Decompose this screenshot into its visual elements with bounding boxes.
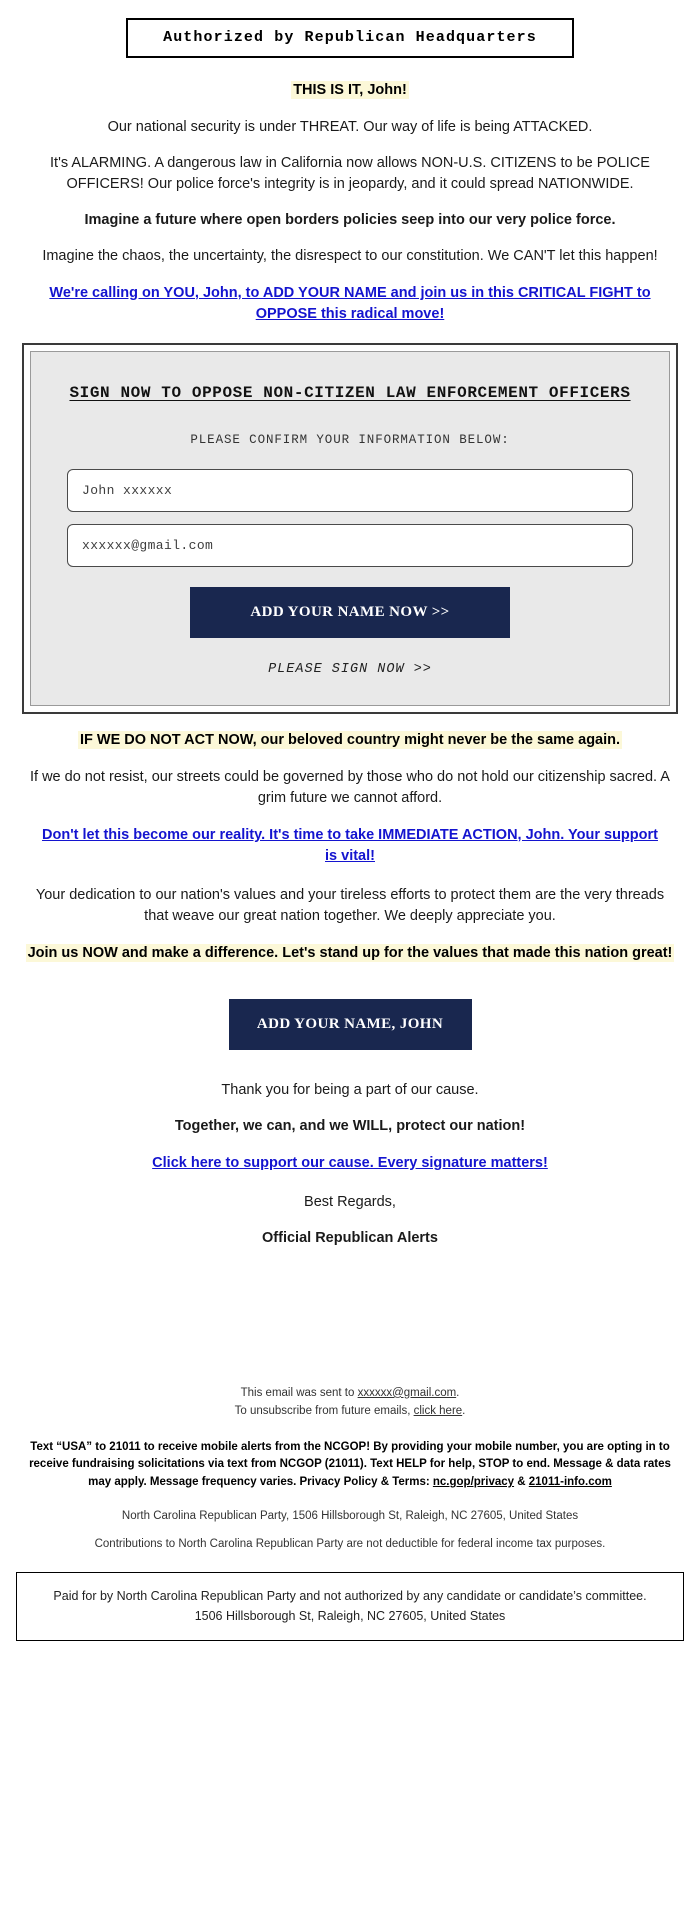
add-your-name-john-button[interactable]: ADD YOUR NAME, JOHN <box>228 998 472 1050</box>
legal-ampersand: & <box>514 1476 529 1489</box>
signup-form-inner: SIGN NOW TO OPPOSE NON-CITIZEN LAW ENFOR… <box>30 350 670 707</box>
signature-text: Official Republican Alerts <box>262 1229 438 1246</box>
secondary-cta-link-row: Don't let this become our reality. It's … <box>22 825 678 867</box>
form-title-text: SIGN NOW TO OPPOSE NON-CITIZEN LAW ENFOR… <box>69 383 631 402</box>
name-input[interactable] <box>67 469 633 513</box>
email-body: THIS IS IT, John! Our national security … <box>0 80 700 325</box>
sent-to-prefix: This email was sent to <box>240 1386 358 1399</box>
primary-cta-link-row: We're calling on YOU, John, to ADD YOUR … <box>22 283 678 325</box>
urgent-highlight-text: IF WE DO NOT ACT NOW, our beloved countr… <box>77 731 623 750</box>
privacy-policy-link[interactable]: nc.gop/privacy <box>433 1476 514 1488</box>
organization-address: North Carolina Republican Party, 1506 Hi… <box>121 1509 579 1522</box>
sent-to-suffix: . <box>456 1386 460 1399</box>
unsubscribe-prefix: To unsubscribe from future emails, <box>234 1405 414 1418</box>
headline-row: THIS IS IT, John! <box>22 80 678 102</box>
email-page: Authorized by Republican Headquarters TH… <box>0 0 700 1641</box>
sms-legal-text: Text “USA” to 21011 to receive mobile al… <box>26 1439 674 1492</box>
authorized-banner-text: Authorized by Republican Headquarters <box>126 18 574 58</box>
paid-for-text: Paid for by North Carolina Republican Pa… <box>53 1588 647 1623</box>
signup-form-panel: SIGN NOW TO OPPOSE NON-CITIZEN LAW ENFOR… <box>22 342 678 715</box>
email-footer: This email was sent to xxxxxx@gmail.com.… <box>0 1384 700 1550</box>
sms-info-link[interactable]: 21011-info.com <box>529 1476 612 1488</box>
paragraph-2: It's ALARMING. A dangerous law in Califo… <box>50 154 650 192</box>
email-input[interactable] <box>67 524 633 568</box>
recipient-email-link[interactable]: xxxxxx@gmail.com <box>358 1387 457 1399</box>
unsubscribe-suffix: . <box>462 1405 466 1418</box>
unsubscribe-line: To unsubscribe from future emails, click… <box>26 1402 674 1420</box>
paragraph-6: Your dedication to our nation's values a… <box>35 886 665 924</box>
urgent-highlight-row: IF WE DO NOT ACT NOW, our beloved countr… <box>22 730 678 752</box>
please-sign-now-text: PLEASE SIGN NOW >> <box>268 662 432 678</box>
paragraph-1: Our national security is under THREAT. O… <box>107 118 593 135</box>
submit-button-container: ADD YOUR NAME NOW >> <box>67 587 633 639</box>
best-regards-text: Best Regards, <box>304 1193 396 1210</box>
paragraph-5: If we do not resist, our streets could b… <box>30 768 670 806</box>
support-cause-link-row: Click here to support our cause. Every s… <box>22 1153 678 1174</box>
headline-text: THIS IS IT, John! <box>291 81 409 99</box>
support-cause-link[interactable]: Click here to support our cause. Every s… <box>152 1155 548 1171</box>
join-highlight-text: Join us NOW and make a difference. Let's… <box>25 943 675 962</box>
secondary-button-container: ADD YOUR NAME, JOHN <box>22 998 678 1050</box>
form-subtitle: PLEASE CONFIRM YOUR INFORMATION BELOW: <box>190 433 510 448</box>
paid-for-disclaimer-box: Paid for by North Carolina Republican Pa… <box>16 1571 684 1641</box>
sent-to-line: This email was sent to xxxxxx@gmail.com. <box>26 1384 674 1402</box>
contributions-disclaimer: Contributions to North Carolina Republic… <box>94 1537 606 1550</box>
add-your-name-now-button[interactable]: ADD YOUR NAME NOW >> <box>190 587 510 639</box>
join-highlight-row: Join us NOW and make a difference. Let's… <box>22 943 678 965</box>
form-title: SIGN NOW TO OPPOSE NON-CITIZEN LAW ENFOR… <box>67 380 633 407</box>
call-to-action-link[interactable]: We're calling on YOU, John, to ADD YOUR … <box>49 285 650 322</box>
immediate-action-link[interactable]: Don't let this become our reality. It's … <box>42 827 658 864</box>
thank-you-text: Thank you for being a part of our cause. <box>221 1081 479 1098</box>
paragraph-3: Imagine a future where open borders poli… <box>84 211 616 228</box>
email-body-lower: IF WE DO NOT ACT NOW, our beloved countr… <box>0 730 700 1249</box>
paragraph-4: Imagine the chaos, the uncertainty, the … <box>42 247 658 264</box>
together-text: Together, we can, and we WILL, protect o… <box>174 1117 526 1134</box>
authorized-banner-container: Authorized by Republican Headquarters <box>0 0 700 64</box>
bottom-spacer <box>0 1264 700 1384</box>
unsubscribe-link[interactable]: click here <box>414 1405 463 1417</box>
